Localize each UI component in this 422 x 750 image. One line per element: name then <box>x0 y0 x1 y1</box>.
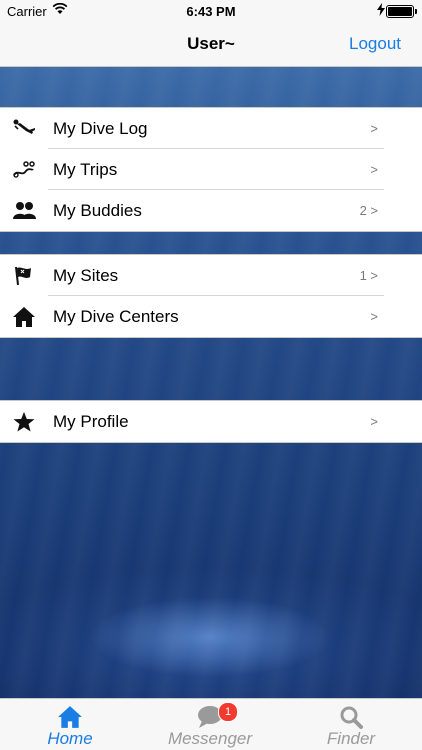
tab-bar: Home 1 Messenger Finder <box>0 698 422 750</box>
tab-finder[interactable]: Finder <box>281 699 421 750</box>
menu-group-profile: My Profile > <box>0 400 422 443</box>
tab-label: Home <box>47 729 93 748</box>
menu-label: My Sites <box>53 266 119 285</box>
buddies-icon <box>12 200 36 222</box>
star-icon <box>12 411 36 433</box>
menu-row-sites[interactable]: My Sites 1 > <box>0 255 422 296</box>
menu-label: My Dive Centers <box>53 307 179 326</box>
menu-detail: > <box>370 162 378 177</box>
menu-detail: > <box>370 414 378 429</box>
trips-icon <box>12 159 36 181</box>
menu-row-dive-log[interactable]: My Dive Log > <box>0 108 422 149</box>
tab-messenger[interactable]: 1 Messenger <box>140 699 280 750</box>
charging-icon <box>377 3 385 19</box>
tab-home[interactable]: Home <box>0 699 140 750</box>
menu-detail: 2 > <box>359 203 378 218</box>
tab-label: Messenger <box>167 729 253 748</box>
home-icon <box>12 306 36 328</box>
menu-row-buddies[interactable]: My Buddies 2 > <box>0 190 422 231</box>
diver-icon <box>12 118 36 140</box>
menu-detail: > <box>370 309 378 324</box>
flag-icon <box>12 265 36 287</box>
nav-bar: User~ Logout <box>0 22 422 67</box>
battery-icon <box>386 5 417 18</box>
menu-row-trips[interactable]: My Trips > <box>0 149 422 190</box>
logout-button[interactable]: Logout <box>349 34 401 54</box>
menu-row-dive-centers[interactable]: My Dive Centers > <box>0 296 422 337</box>
status-bar: Carrier 6:43 PM <box>0 0 422 22</box>
menu-row-profile[interactable]: My Profile > <box>0 401 422 442</box>
menu-group-logs: My Dive Log > My Trips > My Buddies 2 > <box>0 107 422 232</box>
menu-detail: > <box>370 121 378 136</box>
menu-label: My Dive Log <box>53 119 148 138</box>
menu-label: My Profile <box>53 412 129 431</box>
menu-label: My Trips <box>53 160 118 179</box>
status-time: 6:43 PM <box>186 4 236 19</box>
menu-label: My Buddies <box>53 201 142 220</box>
tab-label: Finder <box>326 729 376 748</box>
menu-detail: 1 > <box>359 268 378 283</box>
menu-group-places: My Sites 1 > My Dive Centers > <box>0 254 422 338</box>
notification-badge: 1 <box>218 702 238 722</box>
